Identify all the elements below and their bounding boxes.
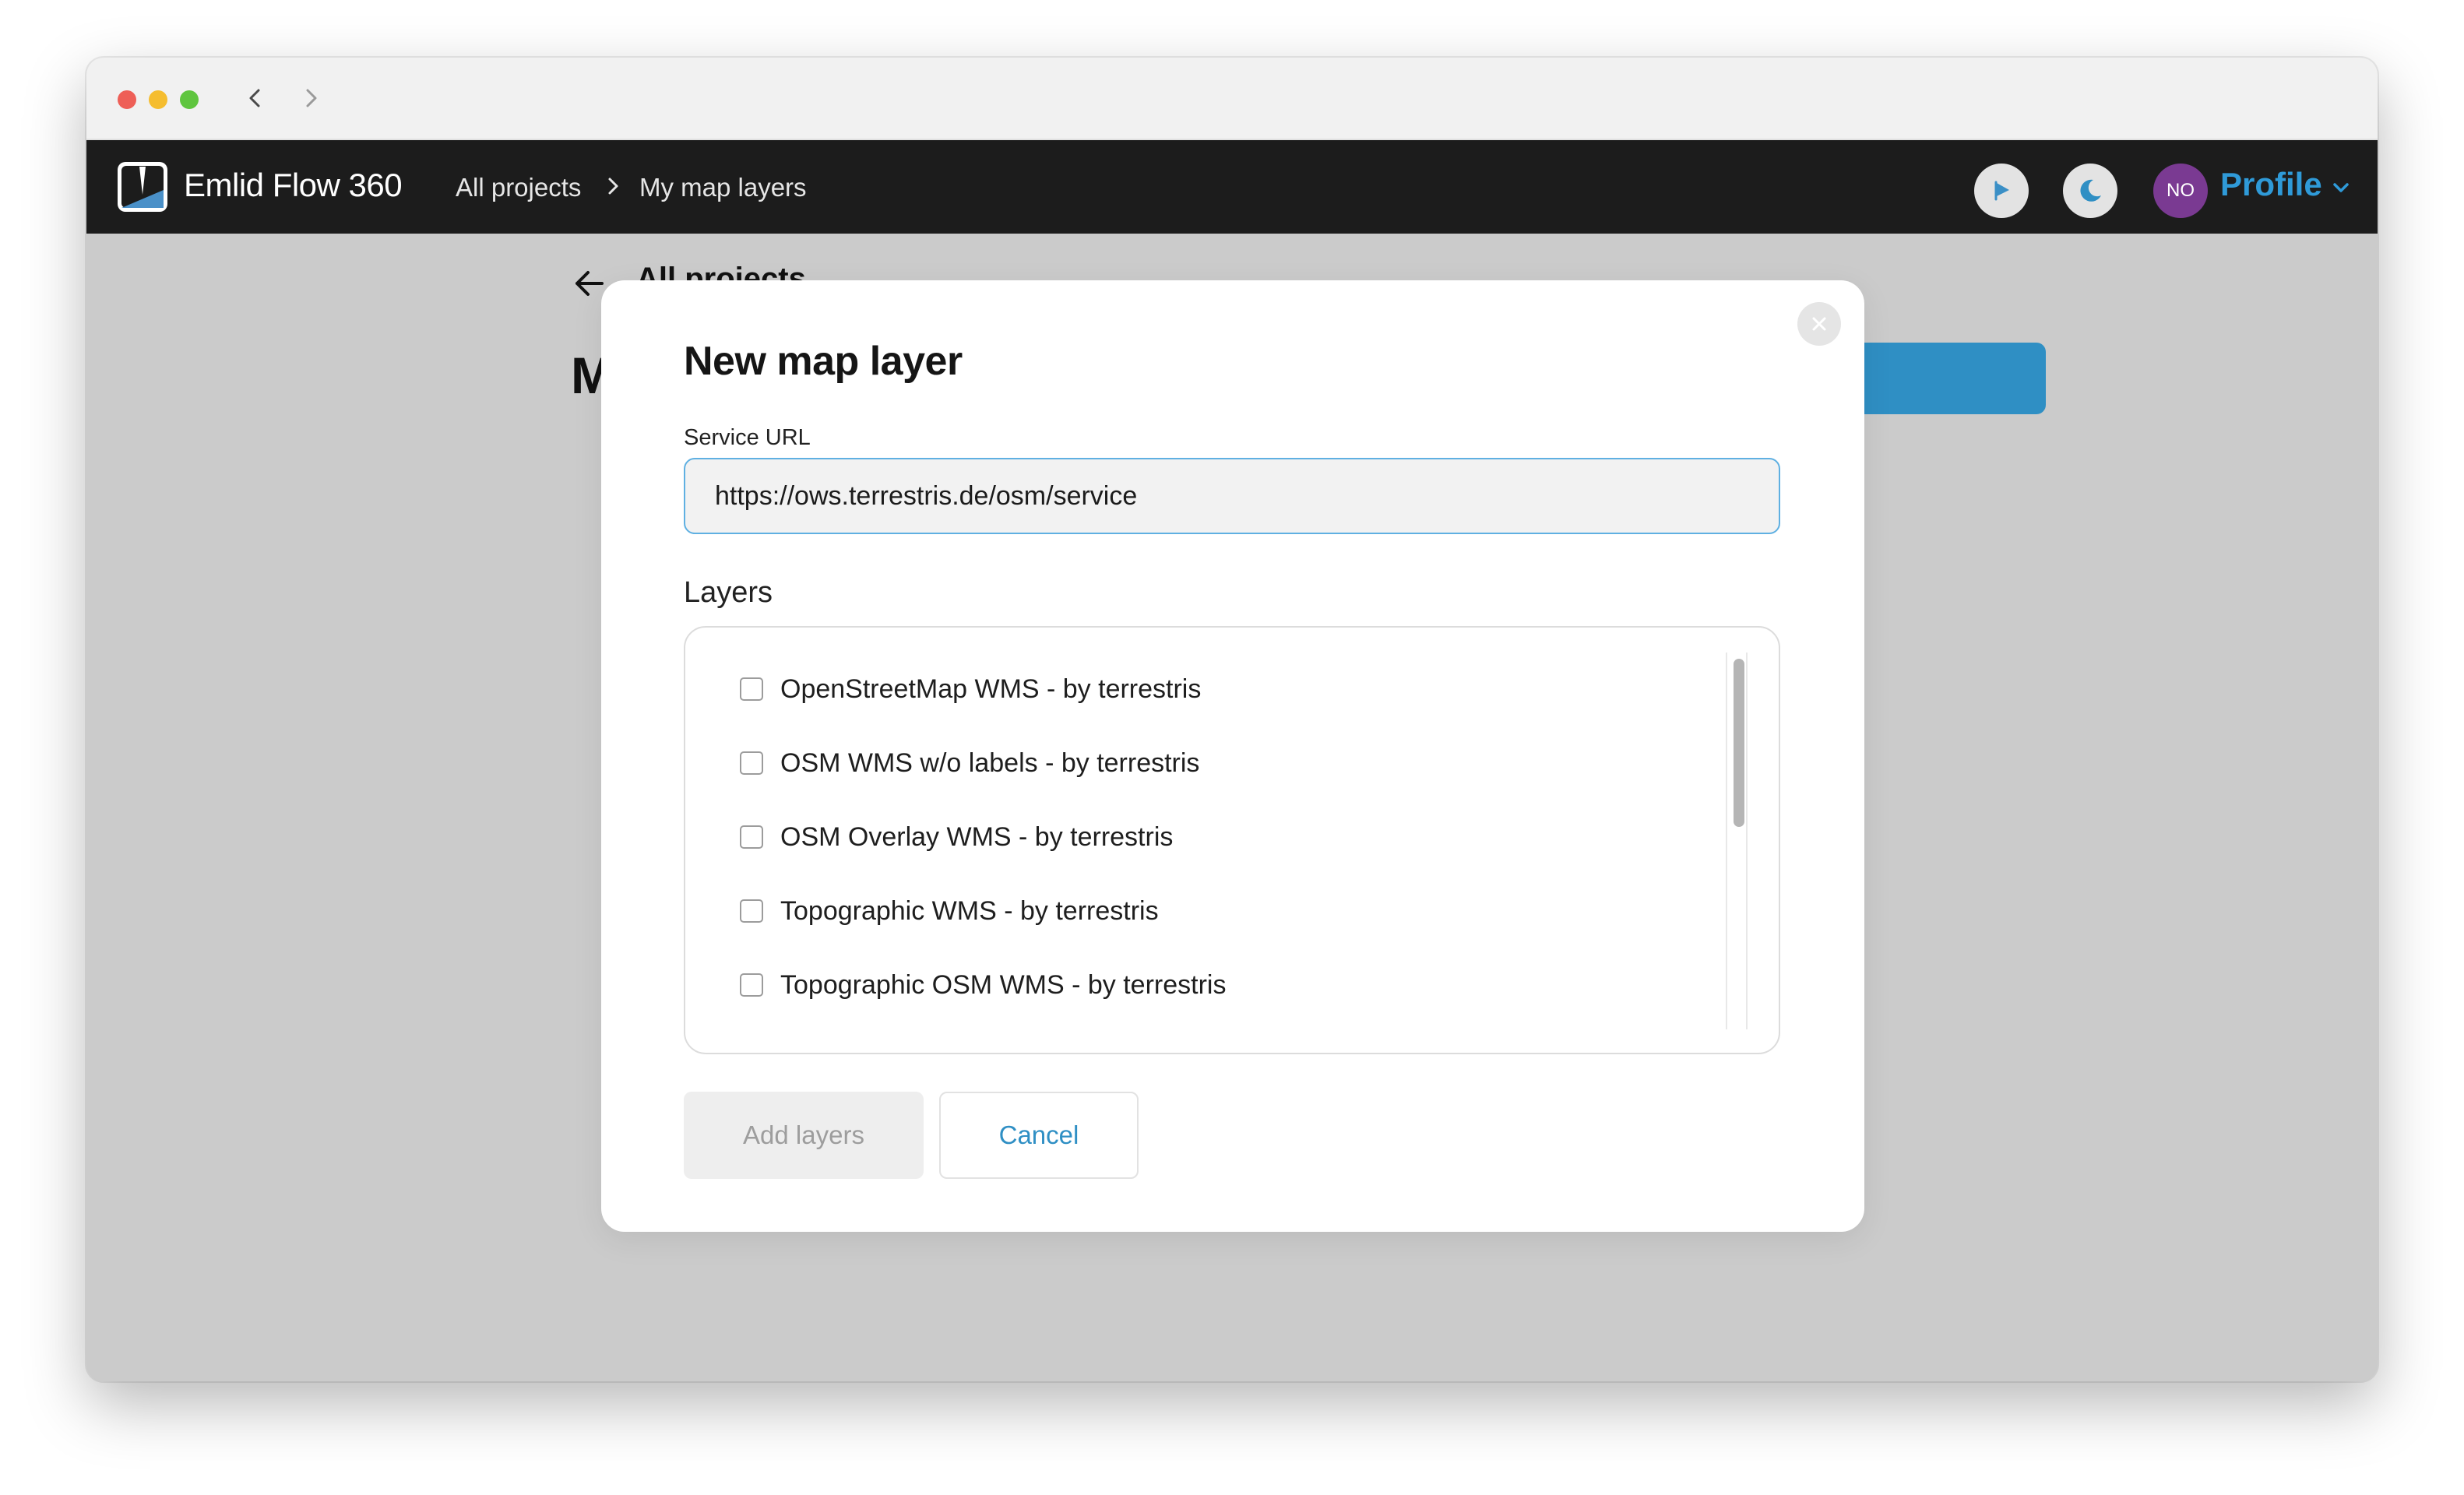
- layer-label: OSM Overlay WMS - by terrestris: [780, 821, 1174, 852]
- window-titlebar: [86, 58, 2378, 140]
- list-item[interactable]: Topographic WMS - by terrestris: [740, 892, 1159, 930]
- layer-checkbox[interactable]: [740, 825, 763, 849]
- chevron-down-icon[interactable]: [2329, 176, 2353, 199]
- layers-list: OpenStreetMap WMS - by terrestris OSM WM…: [684, 626, 1780, 1054]
- chevron-right-icon: [602, 174, 625, 198]
- chevron-right-icon[interactable]: [294, 81, 328, 115]
- list-item[interactable]: OpenStreetMap WMS - by terrestris: [740, 670, 1201, 709]
- browser-window: Emlid Flow 360 All projects My map layer…: [86, 58, 2378, 1381]
- breadcrumb-all-projects[interactable]: All projects: [456, 173, 581, 202]
- minimize-window-button[interactable]: [149, 90, 167, 109]
- cancel-button[interactable]: Cancel: [939, 1092, 1139, 1179]
- layer-label: Topographic WMS - by terrestris: [780, 895, 1159, 926]
- add-layers-button[interactable]: Add layers: [684, 1092, 924, 1179]
- service-url-input[interactable]: [684, 458, 1780, 534]
- maximize-window-button[interactable]: [180, 90, 199, 109]
- layer-label: OpenStreetMap WMS - by terrestris: [780, 674, 1202, 704]
- service-url-label: Service URL: [684, 425, 811, 450]
- layer-label: Topographic OSM WMS - by terrestris: [780, 969, 1227, 1000]
- scrollbar-thumb[interactable]: [1734, 659, 1744, 827]
- dialog-title: New map layer: [684, 339, 963, 384]
- layer-label: OSM WMS w/o labels - by terrestris: [780, 748, 1200, 778]
- layers-section-label: Layers: [684, 576, 773, 609]
- layer-checkbox[interactable]: [740, 677, 763, 701]
- layer-checkbox[interactable]: [740, 751, 763, 775]
- app-title[interactable]: Emlid Flow 360: [184, 167, 403, 204]
- new-map-layer-dialog: New map layer Service URL Layers OpenStr…: [601, 280, 1864, 1232]
- layers-scrollbar[interactable]: [1726, 653, 1748, 1029]
- chevron-left-icon[interactable]: [238, 81, 273, 115]
- close-window-button[interactable]: [118, 90, 136, 109]
- avatar[interactable]: NO: [2153, 164, 2208, 218]
- list-item[interactable]: OSM WMS w/o labels - by terrestris: [740, 744, 1199, 783]
- layer-checkbox[interactable]: [740, 973, 763, 997]
- app-logo-icon[interactable]: [116, 160, 169, 213]
- flag-icon[interactable]: [1974, 164, 2029, 218]
- profile-menu-label[interactable]: Profile: [2220, 166, 2322, 203]
- breadcrumb-my-map-layers[interactable]: My map layers: [639, 173, 807, 202]
- layer-checkbox[interactable]: [740, 899, 763, 923]
- list-item[interactable]: Topographic OSM WMS - by terrestris: [740, 966, 1226, 1004]
- close-icon[interactable]: [1797, 302, 1841, 346]
- list-item[interactable]: OSM Overlay WMS - by terrestris: [740, 818, 1173, 857]
- dark-mode-moon-icon[interactable]: [2063, 164, 2117, 218]
- app-header: Emlid Flow 360 All projects My map layer…: [86, 140, 2378, 234]
